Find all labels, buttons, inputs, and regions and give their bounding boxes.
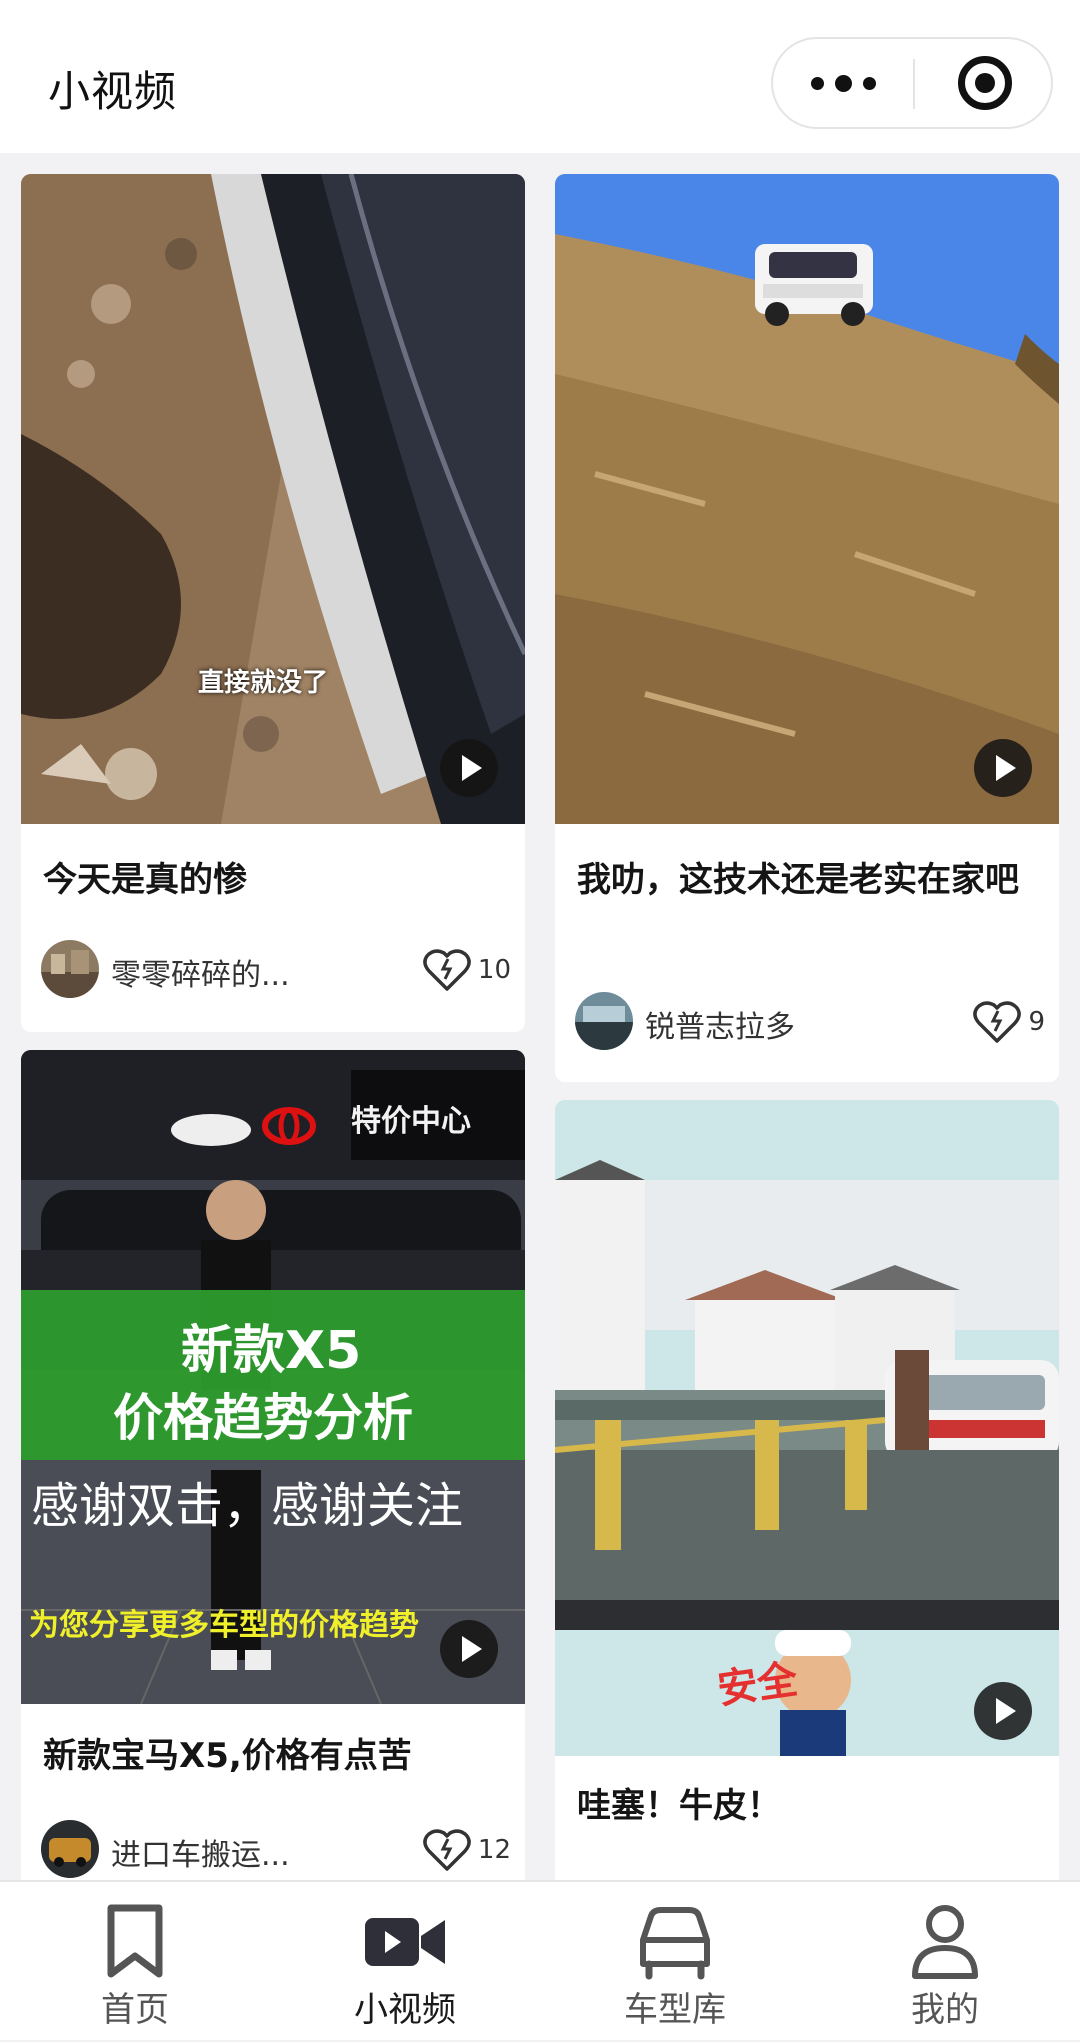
- more-dot-icon: [862, 76, 876, 90]
- video-overlay-banner-line2: 价格趋势分析: [113, 1389, 413, 1447]
- play-icon[interactable]: [440, 739, 498, 797]
- bookmark-icon: [107, 1904, 163, 1978]
- more-dot-icon: [834, 74, 852, 92]
- close-mini-program-icon[interactable]: [958, 56, 1012, 110]
- user-icon: [912, 1905, 978, 1979]
- tab-label: 车型库: [624, 1990, 726, 2030]
- author-name[interactable]: 零零碎碎的...: [111, 950, 290, 994]
- page-title: 小视频: [48, 67, 178, 116]
- tab-label: 我的: [911, 1990, 979, 2030]
- video-thumbnail[interactable]: 特价中心 新款X5 价格趋势分析 感谢双击，感谢关注 为您分享更多车型的价格趋势: [21, 1050, 525, 1704]
- video-overlay-line3: 感谢双击，感谢关注: [31, 1478, 464, 1534]
- avatar[interactable]: [41, 1820, 99, 1878]
- more-options-button[interactable]: [773, 39, 913, 127]
- top-navigation-bar: 小视频: [0, 0, 1080, 153]
- avatar-image: [41, 940, 99, 998]
- like-count: 10: [477, 955, 511, 985]
- video-title[interactable]: 哇塞！牛皮！: [577, 1780, 1037, 1832]
- more-dot-icon: [810, 76, 824, 90]
- avatar-image: [575, 992, 633, 1050]
- tab-car-models[interactable]: 车型库: [540, 1882, 810, 2042]
- video-thumbnail-image: [555, 174, 1059, 824]
- video-title[interactable]: 新款宝马X5,价格有点苦: [43, 1730, 503, 1782]
- like-button[interactable]: 12: [422, 1828, 511, 1872]
- heart-icon: [973, 1001, 1022, 1043]
- capsule-divider: [913, 59, 915, 109]
- video-card[interactable]: 我叻，这技术还是老实在家吧 锐普志拉多 9: [555, 174, 1059, 1082]
- car-icon: [640, 1907, 710, 1980]
- video-overlay-banner-line1: 新款X5: [181, 1321, 362, 1381]
- video-overlay-caption: 直接就没了: [198, 668, 329, 698]
- like-button[interactable]: 10: [422, 948, 511, 992]
- tab-home[interactable]: 首页: [0, 1882, 270, 2042]
- play-icon[interactable]: [440, 1620, 498, 1678]
- tab-label: 小视频: [354, 1990, 456, 2030]
- video-thumbnail-image: [21, 174, 525, 824]
- bottom-tab-bar: 首页 小视频 车型库 我的: [0, 1880, 1080, 2040]
- author-row: 锐普志拉多 9: [575, 992, 1045, 1052]
- avatar-image: [41, 1820, 99, 1878]
- avatar[interactable]: [575, 992, 633, 1050]
- author-name[interactable]: 进口车搬运...: [111, 1830, 290, 1874]
- heart-icon: [423, 949, 471, 991]
- like-button[interactable]: 9: [972, 1000, 1045, 1044]
- avatar[interactable]: [41, 940, 99, 998]
- heart-icon: [423, 1829, 471, 1871]
- video-thumbnail[interactable]: 安全: [555, 1100, 1059, 1756]
- like-count: 12: [477, 1835, 511, 1865]
- video-overlay-line4: 为您分享更多车型的价格趋势: [29, 1608, 419, 1643]
- play-icon[interactable]: [974, 739, 1032, 797]
- author-row: 进口车搬运... 12: [41, 1820, 511, 1880]
- video-thumbnail[interactable]: [555, 174, 1059, 824]
- video-overlay-sign: 特价中心: [351, 1104, 471, 1139]
- tab-short-video[interactable]: 小视频: [270, 1882, 540, 2042]
- video-thumbnail[interactable]: 直接就没了: [21, 174, 525, 824]
- tab-label: 首页: [101, 1990, 169, 2030]
- tab-me[interactable]: 我的: [810, 1882, 1080, 2042]
- video-thumbnail-image: [555, 1100, 1059, 1756]
- play-icon[interactable]: [974, 1682, 1032, 1740]
- like-count: 9: [1028, 1007, 1045, 1037]
- video-card[interactable]: 特价中心 新款X5 价格趋势分析 感谢双击，感谢关注 为您分享更多车型的价格趋势…: [21, 1050, 525, 1890]
- author-name[interactable]: 锐普志拉多: [645, 1002, 795, 1046]
- author-row: 零零碎碎的... 10: [41, 940, 511, 1000]
- video-camera-icon: [365, 1918, 445, 1966]
- video-title[interactable]: 今天是真的惨: [43, 854, 503, 906]
- video-title[interactable]: 我叻，这技术还是老实在家吧: [577, 854, 1037, 906]
- video-card[interactable]: 安全 哇塞！牛皮！: [555, 1100, 1059, 1890]
- video-card[interactable]: 直接就没了 今天是真的惨 零零碎碎的... 10: [21, 174, 525, 1032]
- video-overlay-sticker: 安全: [714, 1656, 801, 1714]
- mini-program-capsule: [771, 37, 1053, 129]
